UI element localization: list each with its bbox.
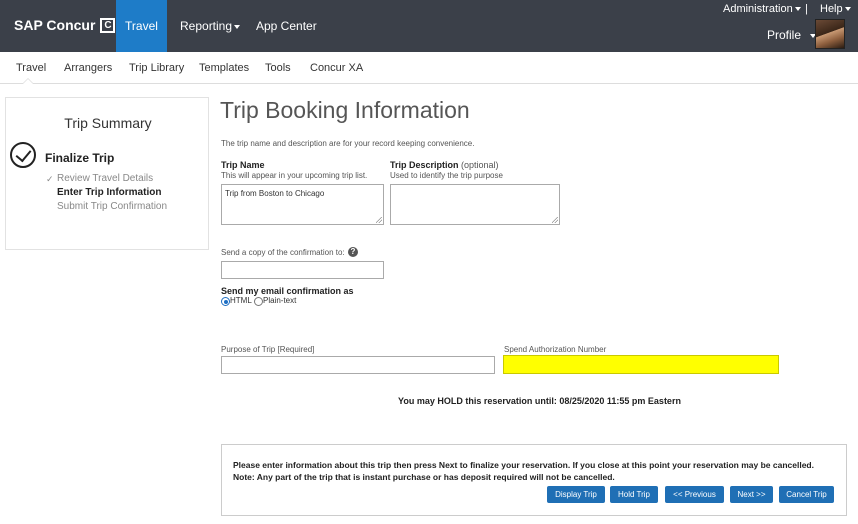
- finalize-notice-panel: Please enter information about this trip…: [221, 444, 847, 516]
- next-button[interactable]: Next >>: [730, 486, 773, 503]
- trip-description-label-text: Trip Description: [390, 160, 459, 170]
- trip-description-label: Trip Description (optional): [390, 160, 499, 170]
- avatar[interactable]: [815, 19, 845, 49]
- profile-label: Profile: [767, 28, 802, 42]
- copy-confirmation-label: Send a copy of the confirmation to:: [221, 248, 345, 257]
- chevron-down-icon: [234, 24, 241, 29]
- step-review-travel-details[interactable]: Review Travel Details: [57, 173, 153, 184]
- trip-summary-title: Trip Summary: [64, 115, 152, 131]
- page-title: Trip Booking Information: [220, 97, 470, 123]
- plain-text-radio-label: Plain-text: [263, 296, 297, 305]
- trip-name-label: Trip Name: [221, 160, 265, 170]
- subnav-templates[interactable]: Templates: [199, 62, 249, 74]
- trip-name-hint: This will appear in your upcoming trip l…: [221, 171, 368, 180]
- nav-reporting-label: Reporting: [180, 19, 233, 33]
- intro-text: The trip name and description are for yo…: [221, 139, 475, 148]
- administration-menu[interactable]: Administration: [723, 3, 801, 15]
- purpose-field[interactable]: [221, 356, 495, 374]
- optional-tag: (optional): [461, 160, 499, 170]
- purpose-label: Purpose of Trip [Required]: [221, 345, 315, 354]
- notice-text: Please enter information about this trip…: [233, 459, 814, 483]
- spend-authorization-field[interactable]: [503, 355, 779, 374]
- trip-description-field[interactable]: [390, 184, 560, 225]
- menu-separator: |: [805, 3, 808, 15]
- spend-authorization-label: Spend Authorization Number: [504, 345, 607, 354]
- email-format-label: Send my email confirmation as: [221, 286, 354, 296]
- sap-concur-logo[interactable]: SAP Concur C: [14, 17, 116, 33]
- notice-line-2: Note: Any part of the trip that is insta…: [233, 472, 615, 482]
- help-menu[interactable]: Help: [820, 3, 851, 15]
- step-submit-trip-confirmation: Submit Trip Confirmation: [57, 201, 168, 212]
- trip-name-field[interactable]: Trip from Boston to Chicago: [221, 184, 384, 225]
- step-enter-trip-information: Enter Trip Information: [57, 187, 162, 198]
- active-tab-indicator: [22, 78, 34, 84]
- cancel-trip-button[interactable]: Cancel Trip: [779, 486, 834, 503]
- nav-reporting[interactable]: Reporting: [180, 0, 241, 52]
- chevron-down-icon: [794, 7, 801, 12]
- checkmark-icon: ✓: [46, 174, 54, 184]
- hold-trip-button[interactable]: Hold Trip: [610, 486, 658, 503]
- concur-logo-icon: C: [100, 17, 116, 33]
- display-trip-button[interactable]: Display Trip: [547, 486, 605, 503]
- chevron-down-icon: [844, 7, 851, 12]
- html-radio[interactable]: [221, 297, 230, 306]
- copy-confirmation-email-field[interactable]: [221, 261, 384, 279]
- nav-app-center[interactable]: App Center: [256, 0, 317, 52]
- trip-description-hint: Used to identify the trip purpose: [390, 171, 503, 180]
- check-circle-icon: [10, 142, 36, 168]
- secondary-nav: Travel Arrangers Trip Library Templates …: [0, 52, 858, 84]
- previous-button[interactable]: << Previous: [665, 486, 724, 503]
- administration-label: Administration: [723, 3, 793, 15]
- hold-reservation-notice: You may HOLD this reservation until: 08/…: [398, 396, 681, 406]
- subnav-arrangers[interactable]: Arrangers: [64, 62, 112, 74]
- notice-line-1: Please enter information about this trip…: [233, 460, 814, 470]
- nav-travel[interactable]: Travel: [116, 0, 167, 52]
- finalize-trip-heading: Finalize Trip: [45, 151, 115, 165]
- help-icon[interactable]: ?: [348, 247, 358, 257]
- help-label: Help: [820, 3, 843, 15]
- subnav-tools[interactable]: Tools: [265, 62, 291, 74]
- top-bar: SAP Concur C Travel Reporting App Center…: [0, 0, 858, 52]
- trip-summary-panel: Trip Summary Finalize Trip ✓ Review Trav…: [5, 97, 209, 250]
- profile-menu[interactable]: Profile: [767, 28, 817, 42]
- brand-name: SAP Concur: [14, 17, 96, 33]
- subnav-concur-xa[interactable]: Concur XA: [310, 62, 363, 74]
- html-radio-label: HTML: [230, 296, 252, 305]
- plain-text-radio[interactable]: [254, 297, 263, 306]
- subnav-trip-library[interactable]: Trip Library: [129, 62, 184, 74]
- subnav-travel[interactable]: Travel: [16, 62, 46, 74]
